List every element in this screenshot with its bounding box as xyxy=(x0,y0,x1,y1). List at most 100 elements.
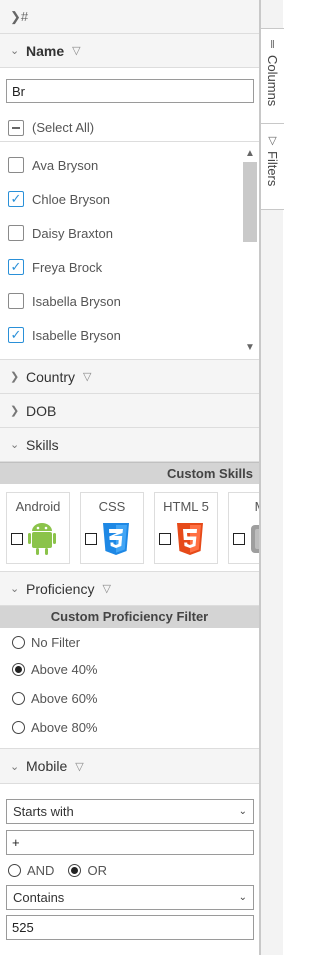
filter-funnel-icon: ▽ xyxy=(268,135,277,147)
proficiency-filter-header[interactable]: ⌄ Proficiency ▽ xyxy=(0,572,259,606)
or-label: OR xyxy=(87,862,107,878)
mobile-condition-1-value: Starts with xyxy=(13,804,74,819)
name-filter-list: Ava Bryson ✓ Chloe Bryson Daisy Braxton … xyxy=(0,142,259,360)
skill-card-android[interactable]: Android xyxy=(6,492,70,564)
skill-checkbox[interactable] xyxy=(159,533,171,545)
proficiency-radio[interactable] xyxy=(12,721,25,734)
android-icon xyxy=(25,521,59,557)
skill-name: HTML 5 xyxy=(163,499,209,514)
skill-name: CSS xyxy=(98,499,126,514)
mobile-filter-header[interactable]: ⌄ Mobile ▽ xyxy=(0,749,259,784)
dob-filter-header[interactable]: ❯ DOB xyxy=(0,394,259,428)
list-item[interactable]: ✓ Freya Brock xyxy=(0,250,259,284)
list-item-checkbox[interactable]: ✓ xyxy=(8,191,24,207)
tab-filters-label: Filters xyxy=(265,151,280,187)
tab-filters[interactable]: ▽ Filters xyxy=(261,124,284,210)
skill-card-css[interactable]: CSS xyxy=(80,492,144,564)
column-group-hash[interactable]: ❯ # xyxy=(0,0,259,34)
name-filter-title: Name xyxy=(26,42,65,59)
list-item[interactable]: ✓ Chloe Bryson xyxy=(0,182,259,216)
list-item[interactable]: ✓ Isabelle Bryson xyxy=(0,318,259,352)
proficiency-option-label: Above 40% xyxy=(31,662,98,677)
proficiency-option[interactable]: Above 60% xyxy=(0,684,259,713)
chevron-right-icon[interactable]: ❯ xyxy=(10,404,22,417)
proficiency-option-label: No Filter xyxy=(31,635,81,650)
list-item-checkbox[interactable] xyxy=(8,225,24,241)
mobile-condition-2-value: Contains xyxy=(13,890,65,905)
proficiency-radio[interactable] xyxy=(12,663,25,676)
skills-filter-title: Skills xyxy=(26,436,59,453)
mobile-condition-1-select[interactable]: Starts with ⌄ xyxy=(6,799,254,824)
proficiency-options: No Filter Above 40% Above 60% Above 80% xyxy=(0,628,259,749)
list-item-checkbox[interactable]: ✓ xyxy=(8,259,24,275)
chevron-down-icon[interactable]: ⌄ xyxy=(10,44,22,57)
skill-name: M xyxy=(229,499,259,515)
side-bar: ‖ Columns ▽ Filters xyxy=(260,0,284,955)
list-item-label: Chloe Bryson xyxy=(32,191,111,207)
html5-icon xyxy=(173,521,207,557)
css3-icon xyxy=(99,521,133,557)
list-item-label: Isabelle Bryson xyxy=(32,327,121,343)
name-search-row xyxy=(0,68,259,114)
skill-checkbox[interactable] xyxy=(85,533,97,545)
skill-checkbox[interactable] xyxy=(11,533,23,545)
skill-card-mac[interactable]: M xyxy=(228,492,259,564)
or-radio[interactable] xyxy=(68,863,82,877)
name-search-input[interactable] xyxy=(6,79,254,103)
chevron-down-icon: ⌄ xyxy=(238,806,247,817)
proficiency-radio[interactable] xyxy=(12,636,25,649)
chevron-down-icon: ⌄ xyxy=(238,892,247,903)
country-filter-title: Country xyxy=(26,368,76,385)
dob-filter-title: DOB xyxy=(26,402,57,419)
scroll-down-icon[interactable]: ▼ xyxy=(243,342,257,354)
mac-icon xyxy=(247,521,259,557)
filter-funnel-icon: ▽ xyxy=(83,371,92,383)
skills-filter-header[interactable]: ⌄ Skills xyxy=(0,428,259,462)
chevron-right-icon[interactable]: ❯ xyxy=(10,9,21,25)
chevron-down-icon[interactable]: ⌄ xyxy=(10,582,22,595)
mobile-value-2-input[interactable] xyxy=(6,915,254,940)
proficiency-option[interactable]: No Filter xyxy=(0,630,259,655)
proficiency-option[interactable]: Above 40% xyxy=(0,655,259,684)
scroll-thumb[interactable] xyxy=(243,162,257,242)
filter-funnel-icon: ▽ xyxy=(72,45,81,57)
scroll-up-icon[interactable]: ▲ xyxy=(243,148,257,160)
chevron-down-icon[interactable]: ⌄ xyxy=(10,760,22,773)
select-all-checkbox[interactable] xyxy=(8,119,24,136)
proficiency-radio[interactable] xyxy=(12,692,25,705)
proficiency-option[interactable]: Above 80% xyxy=(0,713,259,742)
select-all-label: (Select All) xyxy=(32,120,95,135)
list-item[interactable]: Ava Bryson xyxy=(0,148,259,182)
tab-columns[interactable]: ‖ Columns xyxy=(261,28,284,124)
chevron-down-icon[interactable]: ⌄ xyxy=(10,438,22,451)
column-group-label: # xyxy=(20,9,29,24)
custom-skills-title: Custom Skills xyxy=(0,462,259,484)
proficiency-option-label: Above 60% xyxy=(31,691,98,706)
proficiency-filter-title: Proficiency xyxy=(26,580,95,597)
columns-icon: ‖ xyxy=(270,39,275,51)
list-item-checkbox[interactable] xyxy=(8,157,24,173)
mobile-condition-2-select[interactable]: Contains ⌄ xyxy=(6,885,254,910)
list-scrollbar[interactable]: ▲ ▼ xyxy=(243,148,257,354)
country-filter-header[interactable]: ❯ Country ▽ xyxy=(0,360,259,394)
and-radio[interactable] xyxy=(8,863,21,877)
list-item[interactable]: Isabella Bryson xyxy=(0,284,259,318)
list-item-checkbox[interactable] xyxy=(8,293,24,309)
select-all-row[interactable]: (Select All) xyxy=(0,114,259,142)
skill-checkbox[interactable] xyxy=(233,533,245,545)
filter-funnel-icon: ▽ xyxy=(75,760,84,773)
list-item-label: Daisy Braxton xyxy=(32,225,113,241)
mobile-value-1-input[interactable] xyxy=(6,830,254,855)
list-item-checkbox[interactable]: ✓ xyxy=(8,327,24,343)
list-item[interactable]: Daisy Braxton xyxy=(0,216,259,250)
custom-proficiency-title: Custom Proficiency Filter xyxy=(0,606,259,628)
name-filter-header[interactable]: ⌄ Name ▽ xyxy=(0,34,259,68)
skill-card-html5[interactable]: HTML 5 xyxy=(154,492,218,564)
filter-funnel-icon: ▽ xyxy=(102,583,111,595)
mobile-join-options: AND OR xyxy=(0,855,259,885)
tab-columns-label: Columns xyxy=(265,55,280,107)
skills-cards: Android CSS HTML 5 xyxy=(0,484,259,572)
skill-name: Android xyxy=(15,499,61,514)
chevron-right-icon[interactable]: ❯ xyxy=(10,370,22,383)
mobile-filter-title: Mobile xyxy=(26,758,68,774)
